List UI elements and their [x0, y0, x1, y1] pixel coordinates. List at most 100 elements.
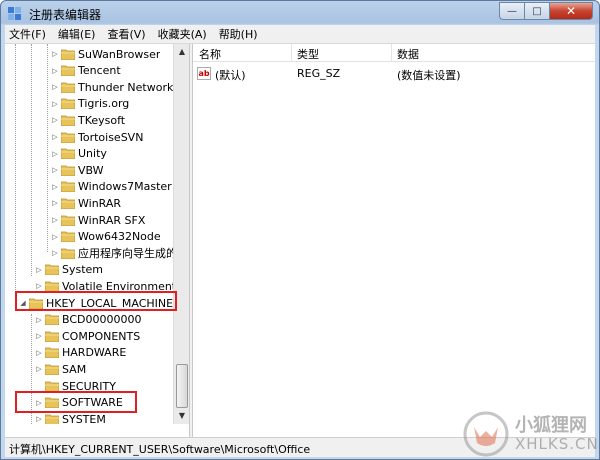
- tree-item[interactable]: ▷ COMPONENTS: [5, 328, 177, 344]
- tree-item[interactable]: ▷ SYSTEM: [5, 411, 177, 424]
- value-name: (默认): [215, 69, 246, 82]
- string-value-icon: ab: [197, 67, 211, 80]
- tree-item-label: Wow6432Node: [78, 230, 161, 244]
- tree-item-label: WinRAR SFX: [78, 213, 146, 227]
- column-name[interactable]: 名称: [199, 46, 221, 62]
- window-controls: — □ ✕: [499, 2, 593, 20]
- expand-arrow-icon[interactable]: ▷: [35, 415, 43, 423]
- tree-item-label: SYSTEM: [62, 412, 106, 424]
- tree-item[interactable]: ▷ Wow6432Node: [5, 229, 177, 245]
- watermark-cn: 小狐狸网: [515, 415, 587, 436]
- tree-item-label: SuWanBrowser: [78, 47, 161, 61]
- tree-item[interactable]: ▷ Tigris.org: [5, 96, 177, 112]
- expand-arrow-icon[interactable]: ▷: [51, 150, 59, 158]
- tree-item-label: 应用程序向导生成的本: [78, 247, 177, 261]
- tree-item[interactable]: ▷ WinRAR SFX: [5, 212, 177, 228]
- folder-icon: [61, 248, 75, 259]
- tree-item[interactable]: ▷ 应用程序向导生成的本: [5, 245, 177, 261]
- folder-icon: [61, 181, 75, 193]
- folder-icon: [45, 331, 59, 342]
- tree-item-label: Tigris.org: [78, 97, 130, 111]
- tree-item-label: WinRAR: [78, 196, 122, 210]
- tree-item[interactable]: ▷ Windows7Master: [5, 179, 177, 195]
- menu-bar: 文件(F) 编辑(E) 查看(V) 收藏夹(A) 帮助(H): [5, 25, 595, 43]
- tree-item-label: COMPONENTS: [62, 329, 141, 343]
- column-separator[interactable]: [291, 44, 292, 62]
- expand-arrow-icon[interactable]: ▷: [35, 282, 43, 290]
- tree-item[interactable]: ▷ WinRAR: [5, 195, 177, 211]
- highlight-box-hklm: [15, 291, 177, 311]
- tree-vertical-scrollbar[interactable]: ▲ ▼: [173, 44, 189, 424]
- expand-arrow-icon[interactable]: ▷: [51, 183, 59, 191]
- tree-item[interactable]: ▷ Thunder Network: [5, 79, 177, 95]
- tree-item[interactable]: ▷ Tencent: [5, 63, 177, 79]
- menu-favorites[interactable]: 收藏夹(A): [158, 26, 207, 42]
- expand-arrow-icon[interactable]: ▷: [51, 216, 59, 224]
- menu-edit[interactable]: 编辑(E): [58, 26, 96, 42]
- minimize-button[interactable]: —: [499, 2, 525, 20]
- folder-icon: [45, 381, 59, 392]
- column-separator[interactable]: [391, 44, 392, 62]
- tree-item[interactable]: ▷ TortoiseSVN: [5, 129, 177, 145]
- folder-icon: [61, 231, 75, 243]
- expand-arrow-icon[interactable]: ▷: [51, 249, 59, 257]
- column-type[interactable]: 类型: [297, 46, 319, 62]
- expand-arrow-icon[interactable]: [35, 382, 43, 390]
- watermark-en: XHLKS.CN: [515, 435, 599, 453]
- tree-item[interactable]: ▷ Unity: [5, 146, 177, 162]
- menu-view[interactable]: 查看(V): [107, 26, 145, 42]
- window-title: 注册表编辑器: [29, 8, 102, 22]
- folder-icon: [61, 82, 75, 93]
- expand-arrow-icon[interactable]: ▷: [51, 133, 59, 141]
- scroll-up-icon[interactable]: ▲: [174, 44, 189, 60]
- tree-item-label: BCD00000000: [62, 313, 142, 327]
- highlight-box-software: [15, 391, 137, 413]
- registry-tree[interactable]: ▷ SuWanBrowser ▷ Tencent ▷ Thunder Network ▷ Ti…: [5, 44, 189, 424]
- client-area: ▷ SuWanBrowser ▷ Tencent ▷ Thunder Network ▷ Ti…: [5, 43, 595, 438]
- folder-icon: [45, 364, 59, 375]
- expand-arrow-icon[interactable]: ▷: [51, 166, 59, 174]
- tree-item-label: HARDWARE: [62, 346, 127, 360]
- maximize-button[interactable]: □: [525, 2, 550, 20]
- tree-item[interactable]: ▷ SAM: [5, 361, 177, 377]
- tree-item-label: Thunder Network: [78, 80, 174, 94]
- menu-help[interactable]: 帮助(H): [219, 26, 258, 42]
- tree-item-label: Unity: [78, 147, 107, 161]
- close-button[interactable]: ✕: [550, 2, 593, 20]
- expand-arrow-icon[interactable]: ▷: [35, 332, 43, 340]
- scroll-down-icon[interactable]: ▼: [174, 408, 189, 424]
- tree-item[interactable]: ▷ VBW: [5, 162, 177, 178]
- expand-arrow-icon[interactable]: ▷: [35, 316, 43, 324]
- folder-icon: [61, 198, 75, 209]
- tree-item[interactable]: ▷ BCD00000000: [5, 312, 177, 328]
- expand-arrow-icon[interactable]: ▷: [51, 50, 59, 58]
- scroll-thumb[interactable]: [176, 364, 188, 408]
- values-list[interactable]: 名称 类型 数据 ab (默认) REG_SZ (数值未设置): [193, 44, 595, 438]
- tree-item[interactable]: ▷ SuWanBrowser: [5, 46, 177, 62]
- expand-arrow-icon[interactable]: ▷: [35, 365, 43, 373]
- tree-item-label: Tencent: [78, 64, 121, 78]
- tree-item[interactable]: ▷ TKeysoft: [5, 112, 177, 128]
- tree-item-label: SAM: [62, 362, 87, 376]
- expand-arrow-icon[interactable]: ▷: [51, 233, 59, 241]
- menu-file[interactable]: 文件(F): [9, 26, 46, 42]
- tree-item[interactable]: ▷ System: [5, 262, 177, 278]
- folder-icon: [61, 165, 75, 176]
- expand-arrow-icon[interactable]: ▷: [35, 266, 43, 274]
- tree-item-label: VBW: [78, 163, 104, 177]
- tree-item[interactable]: ▷ HARDWARE: [5, 345, 177, 361]
- expand-arrow-icon[interactable]: ▷: [35, 349, 43, 357]
- expand-arrow-icon[interactable]: ▷: [51, 83, 59, 91]
- expand-arrow-icon[interactable]: ▷: [51, 199, 59, 207]
- expand-arrow-icon[interactable]: ▷: [51, 67, 59, 75]
- title-bar[interactable]: 注册表编辑器 — □ ✕: [1, 1, 599, 25]
- status-path: 计算机\HKEY_CURRENT_USER\Software\Microsoft…: [9, 443, 311, 456]
- list-item[interactable]: ab (默认) REG_SZ (数值未设置): [193, 66, 595, 82]
- folder-icon: [61, 115, 75, 126]
- maximize-icon: □: [532, 5, 542, 17]
- expand-arrow-icon[interactable]: ▷: [51, 100, 59, 108]
- value-data: (数值未设置): [397, 69, 461, 82]
- column-data[interactable]: 数据: [397, 46, 419, 62]
- expand-arrow-icon[interactable]: ▷: [51, 116, 59, 124]
- folder-icon: [61, 98, 75, 110]
